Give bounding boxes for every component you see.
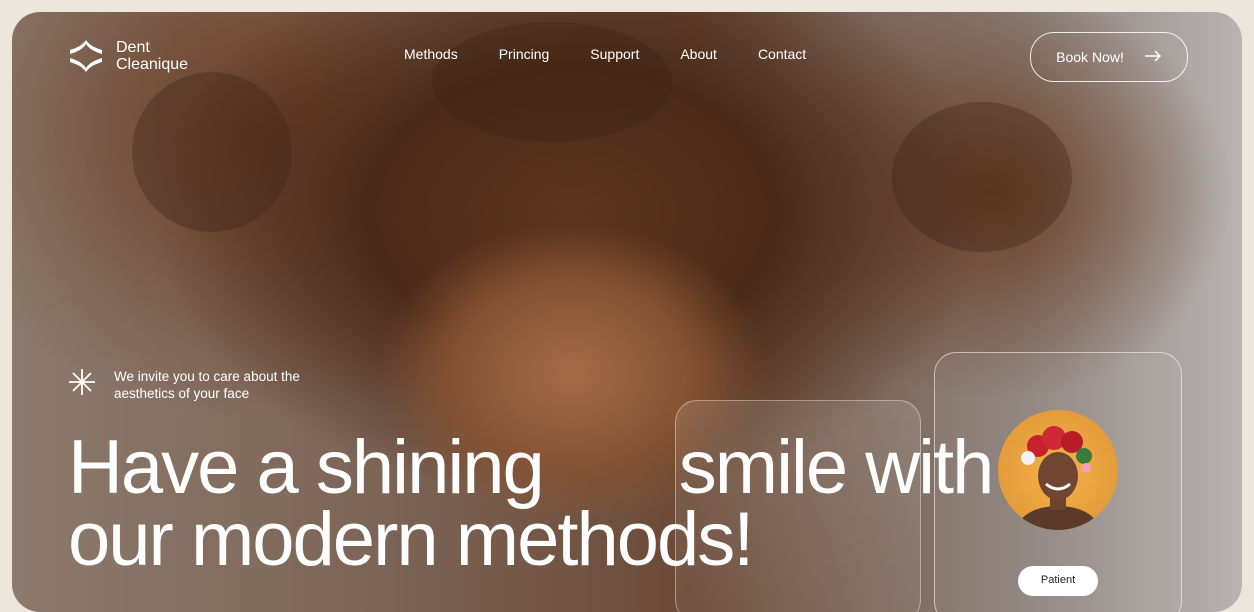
brand-name-line2: Cleanique	[116, 56, 189, 73]
patient-pill[interactable]: Patient	[1018, 566, 1098, 596]
logo-mark-icon	[68, 38, 104, 74]
patient-avatar[interactable]	[998, 410, 1118, 530]
hero-headline: Have a shining smile with our modern met…	[68, 425, 995, 582]
arrow-right-icon	[1144, 49, 1162, 65]
book-now-label: Book Now!	[1056, 49, 1124, 65]
brand-name-line1: Dent	[116, 39, 150, 56]
hero-background-texture	[892, 102, 1072, 252]
headline-line2: our modern methods!	[68, 497, 754, 582]
nav-link-about[interactable]: About	[680, 46, 717, 62]
tagline-text: We invite you to care about the aestheti…	[114, 369, 300, 401]
brand-name: Dent Cleanique	[116, 39, 188, 73]
main-menu: Methods Princing Support About Contact	[404, 46, 806, 62]
brand-logo[interactable]: Dent Cleanique	[68, 38, 188, 74]
tagline: We invite you to care about the aestheti…	[68, 368, 314, 402]
nav-link-pricing[interactable]: Princing	[499, 46, 550, 62]
headline-line1-part1: Have a shining	[68, 425, 545, 510]
hero-section: Dent Cleanique Methods Princing Support …	[12, 12, 1242, 612]
top-navigation: Dent Cleanique Methods Princing Support …	[12, 12, 1242, 102]
nav-link-contact[interactable]: Contact	[758, 46, 806, 62]
asterisk-icon	[68, 368, 96, 401]
nav-link-methods[interactable]: Methods	[404, 46, 458, 62]
book-now-button[interactable]: Book Now!	[1030, 32, 1188, 82]
headline-line1-part2: smile with	[678, 425, 995, 510]
nav-link-support[interactable]: Support	[590, 46, 639, 62]
